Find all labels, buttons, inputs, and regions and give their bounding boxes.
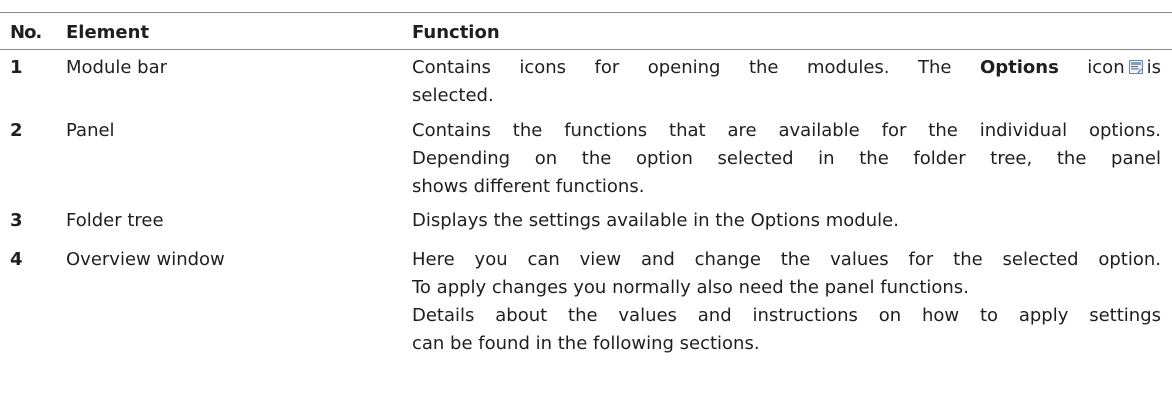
table-top-rule bbox=[0, 12, 1172, 13]
options-label: Options bbox=[979, 57, 1059, 78]
row-function: Contains icons for opening the modules. … bbox=[412, 54, 1161, 110]
row-number: 4 bbox=[10, 249, 23, 270]
function-line: selected. bbox=[412, 85, 494, 106]
function-line: To apply changes you normally also need … bbox=[412, 277, 969, 298]
table-header-rule bbox=[0, 49, 1172, 50]
row-number: 1 bbox=[10, 57, 23, 78]
header-element: Element bbox=[66, 22, 150, 43]
function-line: Contains icons for opening the modules. … bbox=[412, 54, 1161, 82]
function-line: Displays the settings available in the O… bbox=[412, 210, 899, 231]
row-element: Folder tree bbox=[66, 210, 164, 231]
function-text: Contains icons for opening the modules. … bbox=[412, 57, 980, 78]
function-line: shows different functions. bbox=[412, 176, 645, 197]
function-line: Depending on the option selected in the … bbox=[412, 148, 1161, 169]
function-text: icon bbox=[1058, 57, 1125, 78]
row-function: Here you can view and change the values … bbox=[412, 246, 1161, 358]
function-text: is bbox=[1146, 57, 1161, 78]
row-number: 2 bbox=[10, 120, 23, 141]
header-function: Function bbox=[412, 22, 500, 43]
header-no: No. bbox=[10, 22, 42, 43]
row-element: Overview window bbox=[66, 249, 225, 270]
row-element: Panel bbox=[66, 120, 115, 141]
options-icon bbox=[1128, 60, 1143, 74]
row-element: Module bar bbox=[66, 57, 168, 78]
function-line: Details about the values and instruction… bbox=[412, 305, 1161, 326]
function-line: can be found in the following sections. bbox=[412, 333, 760, 354]
row-number: 3 bbox=[10, 210, 23, 231]
row-function: Displays the settings available in the O… bbox=[412, 207, 1161, 235]
row-function: Contains the functions that are availabl… bbox=[412, 117, 1161, 201]
function-line: Here you can view and change the values … bbox=[412, 249, 1161, 270]
function-table: No. Element Function 1 Module bar Contai… bbox=[0, 0, 1172, 412]
function-line: Contains the functions that are availabl… bbox=[412, 120, 1161, 141]
